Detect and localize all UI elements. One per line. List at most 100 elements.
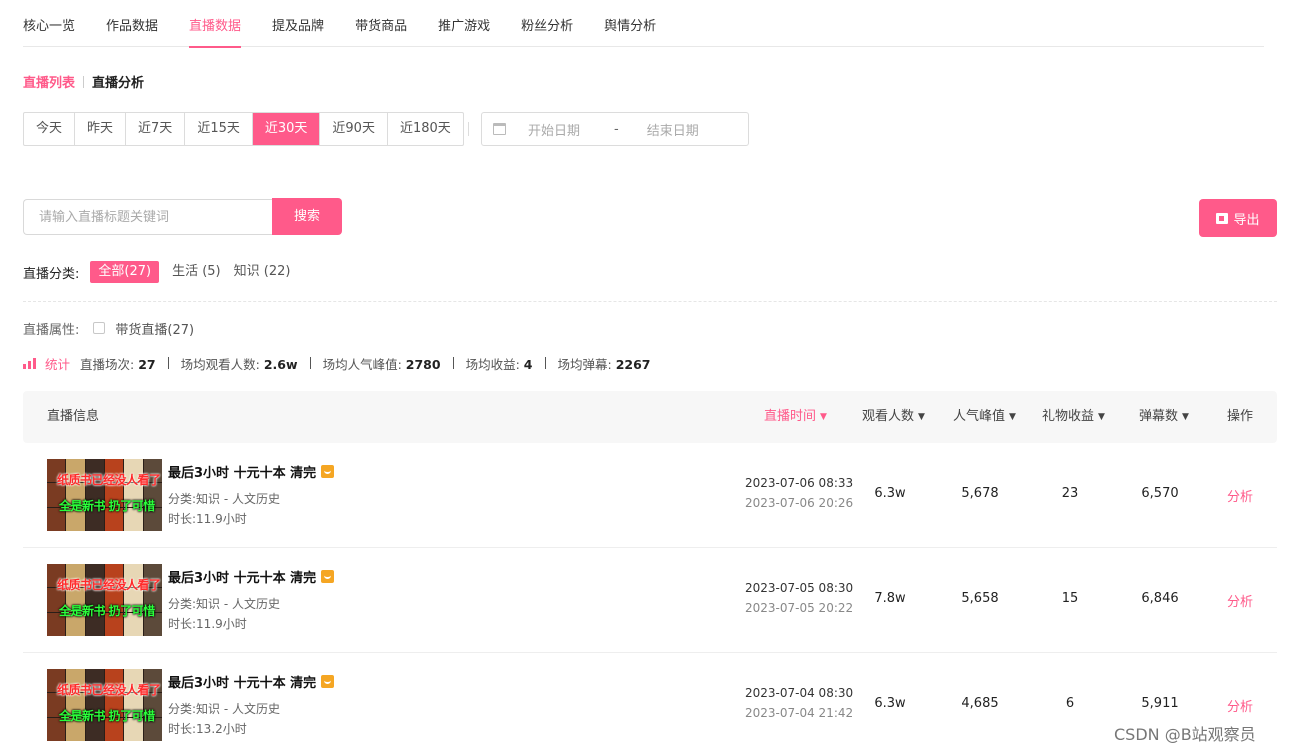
column-viewers[interactable]: 观看人数 ▼ [862, 391, 925, 443]
attribute-filter: 直播属性: 带货直播(27) [23, 318, 194, 338]
column-action: 操作 [1227, 409, 1254, 424]
sort-caret-icon: ▼ [1009, 412, 1016, 422]
live-start-time: 2023-07-06 08:33 [745, 476, 854, 490]
live-end-time: 2023-07-05 20:22 [745, 601, 854, 615]
attribute-label: 直播属性: [23, 322, 80, 338]
range-15-days[interactable]: 近15天 [185, 113, 253, 145]
export-label: 导出 [1233, 212, 1260, 228]
column-gift[interactable]: 礼物收益 ▼ [1042, 391, 1105, 443]
search-input[interactable] [23, 199, 273, 235]
live-duration: 时长:11.9小时 [168, 512, 247, 526]
column-live-time[interactable]: 直播时间 ▼ [764, 391, 827, 443]
commerce-live-checkbox[interactable] [93, 322, 106, 334]
range-30-days[interactable]: 近30天 [252, 113, 321, 145]
stats-divider [309, 357, 311, 369]
tab-sentiment[interactable]: 舆情分析 [604, 0, 656, 47]
live-title[interactable]: 最后3小时 十元十本 清完 [168, 672, 335, 691]
viewers-value: 6.3w [874, 696, 906, 711]
live-end-time: 2023-07-04 21:42 [745, 706, 854, 720]
stats-summary: 统计 直播场次: 27 场均观看人数: 2.6w 场均人气峰值: 2780 场均收益:… [23, 353, 651, 373]
table-row: 纸质书已经没人看了 全是新书 扔了可惜 最后3小时 十元十本 清完 分类:知识 … [23, 548, 1277, 653]
live-category: 分类:知识 - 人文历史 [168, 702, 281, 716]
shopping-bag-icon [321, 570, 335, 583]
live-title[interactable]: 最后3小时 十元十本 清完 [168, 567, 335, 586]
category-label: 直播分类: [23, 266, 80, 282]
gift-value: 6 [1065, 696, 1075, 711]
tab-brands[interactable]: 提及品牌 [272, 0, 324, 47]
excel-icon [1216, 212, 1229, 224]
category-filter: 直播分类: 全部(27) 生活 (5) 知识 (22) [23, 261, 303, 283]
stat-avg-danmaku: 场均弹幕: 2267 [557, 356, 651, 372]
stat-avg-viewers: 场均观看人数: 2.6w [180, 356, 298, 372]
analyze-link[interactable]: 分析 [1227, 591, 1253, 610]
export-button[interactable]: 导出 [1199, 199, 1277, 237]
gift-value: 15 [1061, 591, 1079, 606]
stat-live-count: 直播场次: 27 [80, 356, 156, 372]
tab-products[interactable]: 带货商品 [355, 0, 407, 47]
thumbnail-caption: 纸质书已经没人看了 [57, 683, 161, 697]
range-90-days[interactable]: 近90天 [320, 113, 388, 145]
live-start-time: 2023-07-05 08:30 [745, 581, 854, 595]
range-7-days[interactable]: 近7天 [126, 113, 186, 145]
sort-caret-icon: ▼ [1182, 412, 1189, 422]
sort-caret-icon: ▼ [918, 412, 925, 422]
subtab-divider [83, 75, 85, 88]
tab-fans[interactable]: 粉丝分析 [521, 0, 573, 47]
viewers-value: 7.8w [874, 591, 906, 606]
danmaku-value: 6,570 [1141, 486, 1179, 501]
date-range-buttons: 今天 昨天 近7天 近15天 近30天 近90天 近180天 [23, 112, 464, 146]
range-today[interactable]: 今天 [24, 113, 76, 145]
subtab-live-analysis[interactable]: 直播分析 [92, 72, 144, 91]
column-peak[interactable]: 人气峰值 ▼ [953, 391, 1016, 443]
column-danmaku[interactable]: 弹幕数 ▼ [1139, 391, 1189, 443]
analyze-link[interactable]: 分析 [1227, 696, 1253, 715]
live-thumbnail[interactable]: 纸质书已经没人看了 全是新书 扔了可惜 [47, 564, 162, 636]
shopping-bag-icon [321, 465, 335, 478]
tab-core-overview[interactable]: 核心一览 [23, 0, 75, 47]
table-row: 纸质书已经没人看了 全是新书 扔了可惜 最后3小时 十元十本 清完 分类:知识 … [23, 653, 1277, 751]
tab-works-data[interactable]: 作品数据 [106, 0, 158, 47]
stats-title: 统计 [45, 356, 71, 372]
tab-live-data[interactable]: 直播数据 [189, 0, 242, 48]
stats-divider [167, 357, 169, 369]
sort-caret-icon: ▼ [1098, 412, 1105, 422]
range-yesterday[interactable]: 昨天 [75, 113, 127, 145]
subtab-live-list[interactable]: 直播列表 [23, 72, 75, 91]
stats-divider [452, 357, 454, 369]
tab-games[interactable]: 推广游戏 [438, 0, 490, 47]
danmaku-value: 5,911 [1141, 696, 1179, 711]
date-separator: - [614, 121, 619, 137]
analyze-link[interactable]: 分析 [1227, 486, 1253, 505]
category-life[interactable]: 生活 (5) [172, 261, 221, 283]
live-category: 分类:知识 - 人文历史 [168, 597, 281, 611]
category-all[interactable]: 全部(27) [90, 261, 160, 283]
stat-avg-peak: 场均人气峰值: 2780 [322, 356, 441, 372]
thumbnail-caption: 纸质书已经没人看了 [57, 473, 161, 487]
table-row: 纸质书已经没人看了 全是新书 扔了可惜 最后3小时 十元十本 清完 分类:知识 … [23, 443, 1277, 548]
live-title[interactable]: 最后3小时 十元十本 清完 [168, 462, 335, 481]
shopping-bag-icon [321, 675, 335, 688]
live-duration: 时长:13.2小时 [168, 722, 247, 736]
viewers-value: 6.3w [874, 486, 906, 501]
thumbnail-caption: 全是新书 扔了可惜 [59, 709, 155, 723]
live-thumbnail[interactable]: 纸质书已经没人看了 全是新书 扔了可惜 [47, 459, 162, 531]
live-end-time: 2023-07-06 20:26 [745, 496, 854, 510]
live-duration: 时长:11.9小时 [168, 617, 247, 631]
thumbnail-caption: 全是新书 扔了可惜 [59, 499, 155, 513]
live-start-time: 2023-07-04 08:30 [745, 686, 854, 700]
search-button[interactable]: 搜索 [272, 198, 342, 235]
thumbnail-caption: 全是新书 扔了可惜 [59, 604, 155, 618]
category-knowledge[interactable]: 知识 (22) [234, 261, 291, 283]
start-date-field[interactable]: 开始日期 [528, 120, 598, 139]
date-range-picker[interactable]: 开始日期 - 结束日期 [481, 112, 749, 146]
commerce-live-option[interactable]: 带货直播(27) [115, 319, 194, 338]
thumbnail-caption: 纸质书已经没人看了 [57, 578, 161, 592]
end-date-field[interactable]: 结束日期 [647, 120, 717, 139]
peak-value: 5,658 [961, 591, 999, 606]
bar-chart-icon [23, 357, 36, 369]
range-180-days[interactable]: 近180天 [388, 113, 463, 145]
sub-tabs: 直播列表 直播分析 [23, 72, 144, 91]
live-thumbnail[interactable]: 纸质书已经没人看了 全是新书 扔了可惜 [47, 669, 162, 741]
gift-value: 23 [1061, 486, 1079, 501]
dashed-divider [23, 301, 1277, 302]
